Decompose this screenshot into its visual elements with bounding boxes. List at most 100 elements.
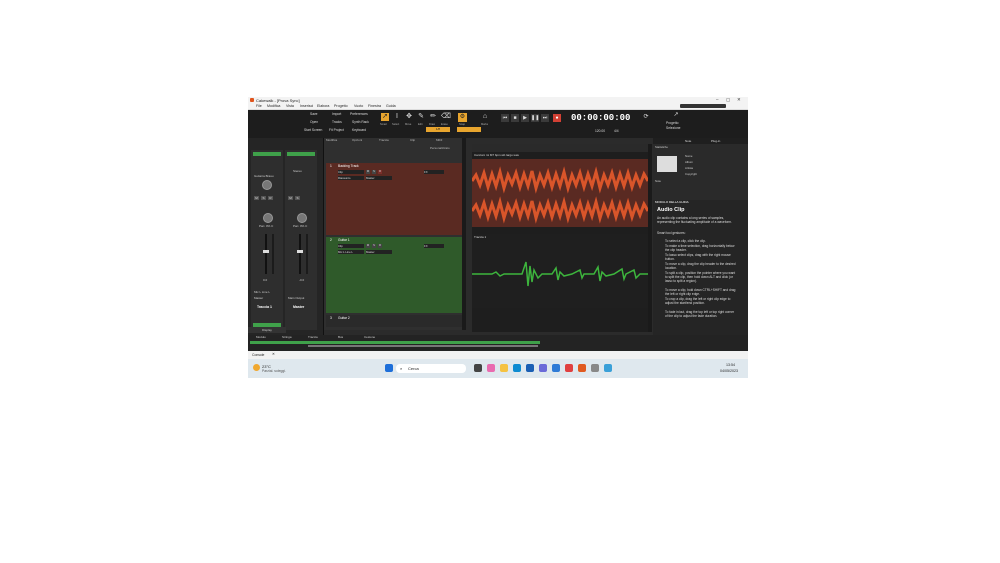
clock-date[interactable]: 04/05/2023 (720, 369, 738, 373)
export-icon[interactable]: ↗ (672, 111, 680, 119)
save-button[interactable]: Save (310, 112, 318, 116)
draw-tool-icon[interactable]: ✏ (429, 113, 437, 121)
timeline-ruler[interactable] (472, 144, 648, 152)
dock-tab-traccia[interactable]: Traccia (308, 335, 318, 340)
dock-tab-cestone[interactable]: Cestone (364, 335, 375, 340)
volume-fader-cap[interactable] (297, 250, 303, 253)
start-screen-button[interactable]: Start Screen (304, 128, 322, 132)
app-icon[interactable] (539, 364, 547, 372)
arm-button[interactable]: R (268, 196, 273, 200)
marks-icon[interactable]: ⌂ (481, 113, 489, 121)
mute-button[interactable]: M (366, 244, 370, 248)
menu-search-field[interactable] (680, 104, 726, 108)
mute-button[interactable]: M (254, 196, 259, 200)
clips-vertical-scrollbar[interactable] (648, 144, 652, 332)
arm-button[interactable]: R (378, 170, 382, 174)
track-menu-clip[interactable]: Clip (410, 138, 415, 143)
settings-icon[interactable] (591, 364, 599, 372)
track-menu-modifica[interactable]: Modifica (326, 138, 337, 143)
browser-tab-plugin[interactable]: Plug-in (711, 139, 720, 143)
clip-backing-track[interactable]: Canzoni mi M7 bpm.wb largo.wav (470, 153, 650, 227)
output-select[interactable]: Master (366, 176, 392, 180)
output-select[interactable]: Main Output (288, 296, 304, 300)
synth-rack-button[interactable]: Synth Rack (352, 120, 369, 124)
mute-button[interactable]: M (366, 170, 370, 174)
minimize-icon[interactable]: – (716, 97, 719, 102)
menu-modifica[interactable]: Modifica (267, 104, 280, 108)
track-menu-opzioni[interactable]: Opzioni (352, 138, 362, 143)
dock-tab-stringa[interactable]: Stringa (282, 335, 292, 340)
album-art-placeholder[interactable] (657, 156, 677, 172)
tempo-display[interactable]: 120.00 (595, 129, 605, 133)
menu-elabora[interactable]: Elabora (317, 104, 329, 108)
arm-button[interactable]: R (378, 244, 382, 248)
console-tab[interactable]: Console (252, 353, 264, 357)
select-tool-icon[interactable]: I (393, 113, 401, 121)
solo-button[interactable]: S (261, 196, 266, 200)
gain-knob[interactable] (262, 180, 272, 190)
mute-button[interactable]: M (288, 196, 293, 200)
close-icon[interactable]: ✕ (272, 352, 275, 356)
input-select[interactable]: Riassunto (338, 176, 364, 180)
track-name[interactable]: Backing Track (338, 164, 359, 168)
menu-vuoto[interactable]: Vuoto (354, 104, 363, 108)
smart-tool-icon[interactable]: ➚ (381, 113, 389, 121)
keyboard-button[interactable]: Keyboard (352, 128, 366, 132)
selection-option[interactable]: Selezione (666, 126, 680, 130)
dock-tab-bus[interactable]: Bus (338, 335, 343, 340)
fit-project-button[interactable]: Fit Project (329, 128, 344, 132)
weather-icon[interactable] (253, 364, 260, 371)
track-menu-midi[interactable]: MIDI (436, 138, 442, 143)
rewind-button[interactable]: ⏮ (501, 114, 509, 122)
open-button[interactable]: Open (310, 120, 318, 124)
loop-icon[interactable]: ⟳ (642, 113, 650, 121)
fx-bin[interactable]: FX (424, 170, 444, 174)
edge-icon[interactable] (513, 364, 521, 372)
taskview-icon[interactable] (474, 364, 482, 372)
menu-file[interactable]: File (256, 104, 262, 108)
stop-button[interactable]: ■ (511, 114, 519, 122)
play-button[interactable]: ▶ (521, 114, 529, 122)
preferences-button[interactable]: Preferences (350, 112, 368, 116)
menu-guida[interactable]: Guida (386, 104, 396, 108)
track-guitar-1[interactable]: 2 Guitar 1 Clip M S R Mic L Line L Maste… (326, 237, 462, 313)
marks-field[interactable] (457, 127, 481, 132)
track-backing[interactable]: 1 Backing Track Clip M S R Riassunto Mas… (326, 163, 462, 235)
track-name[interactable]: Guitar 1 (338, 238, 350, 242)
start-icon[interactable] (385, 364, 393, 372)
file-explorer-icon[interactable] (500, 364, 508, 372)
meta-album[interactable]: Album (685, 160, 693, 164)
app-icon[interactable] (565, 364, 573, 372)
tracks-button[interactable]: Tracks (332, 120, 342, 124)
output-select[interactable]: Master (366, 250, 392, 254)
import-button[interactable]: Import (332, 112, 341, 116)
clock-time[interactable]: 13:54 (726, 363, 735, 367)
pan-knob[interactable] (263, 213, 273, 223)
meta-artist[interactable]: Artista (685, 166, 693, 170)
app-icon[interactable] (487, 364, 495, 372)
pan-knob[interactable] (297, 213, 307, 223)
meta-copyright[interactable]: Copyright (685, 172, 697, 176)
track-guitar-2[interactable]: 3 Guitar 2 (326, 315, 462, 327)
clip-select[interactable]: Clip (338, 170, 364, 174)
menu-progetto[interactable]: Progetto (334, 104, 348, 108)
edit-tool-icon[interactable]: ✎ (417, 113, 425, 121)
app-icon[interactable] (526, 364, 534, 372)
record-button[interactable]: ● (553, 114, 561, 122)
solo-button[interactable]: S (372, 170, 376, 174)
snap-value-field[interactable]: 1/8 (426, 127, 450, 132)
solo-button[interactable]: S (372, 244, 376, 248)
erase-tool-icon[interactable]: ⌫ (441, 113, 451, 121)
solo-button[interactable]: S (295, 196, 300, 200)
pause-button[interactable]: ❚❚ (531, 114, 539, 122)
clip-select[interactable]: Clip (338, 244, 364, 248)
weather-desc[interactable]: Parzial. soleggi. (262, 369, 286, 373)
app-icon[interactable] (552, 364, 560, 372)
timecode-display[interactable]: 00:00:00:00 (571, 113, 630, 123)
snap-toggle-icon[interactable]: ⚙ (458, 113, 467, 122)
volume-fader-track[interactable] (265, 234, 267, 274)
output-select[interactable]: Master (254, 296, 263, 300)
dock-tab-modulo[interactable]: Modulo (256, 335, 266, 340)
menu-finestra[interactable]: Finestra (368, 104, 381, 108)
browser-tab-note[interactable]: Note (685, 139, 691, 143)
